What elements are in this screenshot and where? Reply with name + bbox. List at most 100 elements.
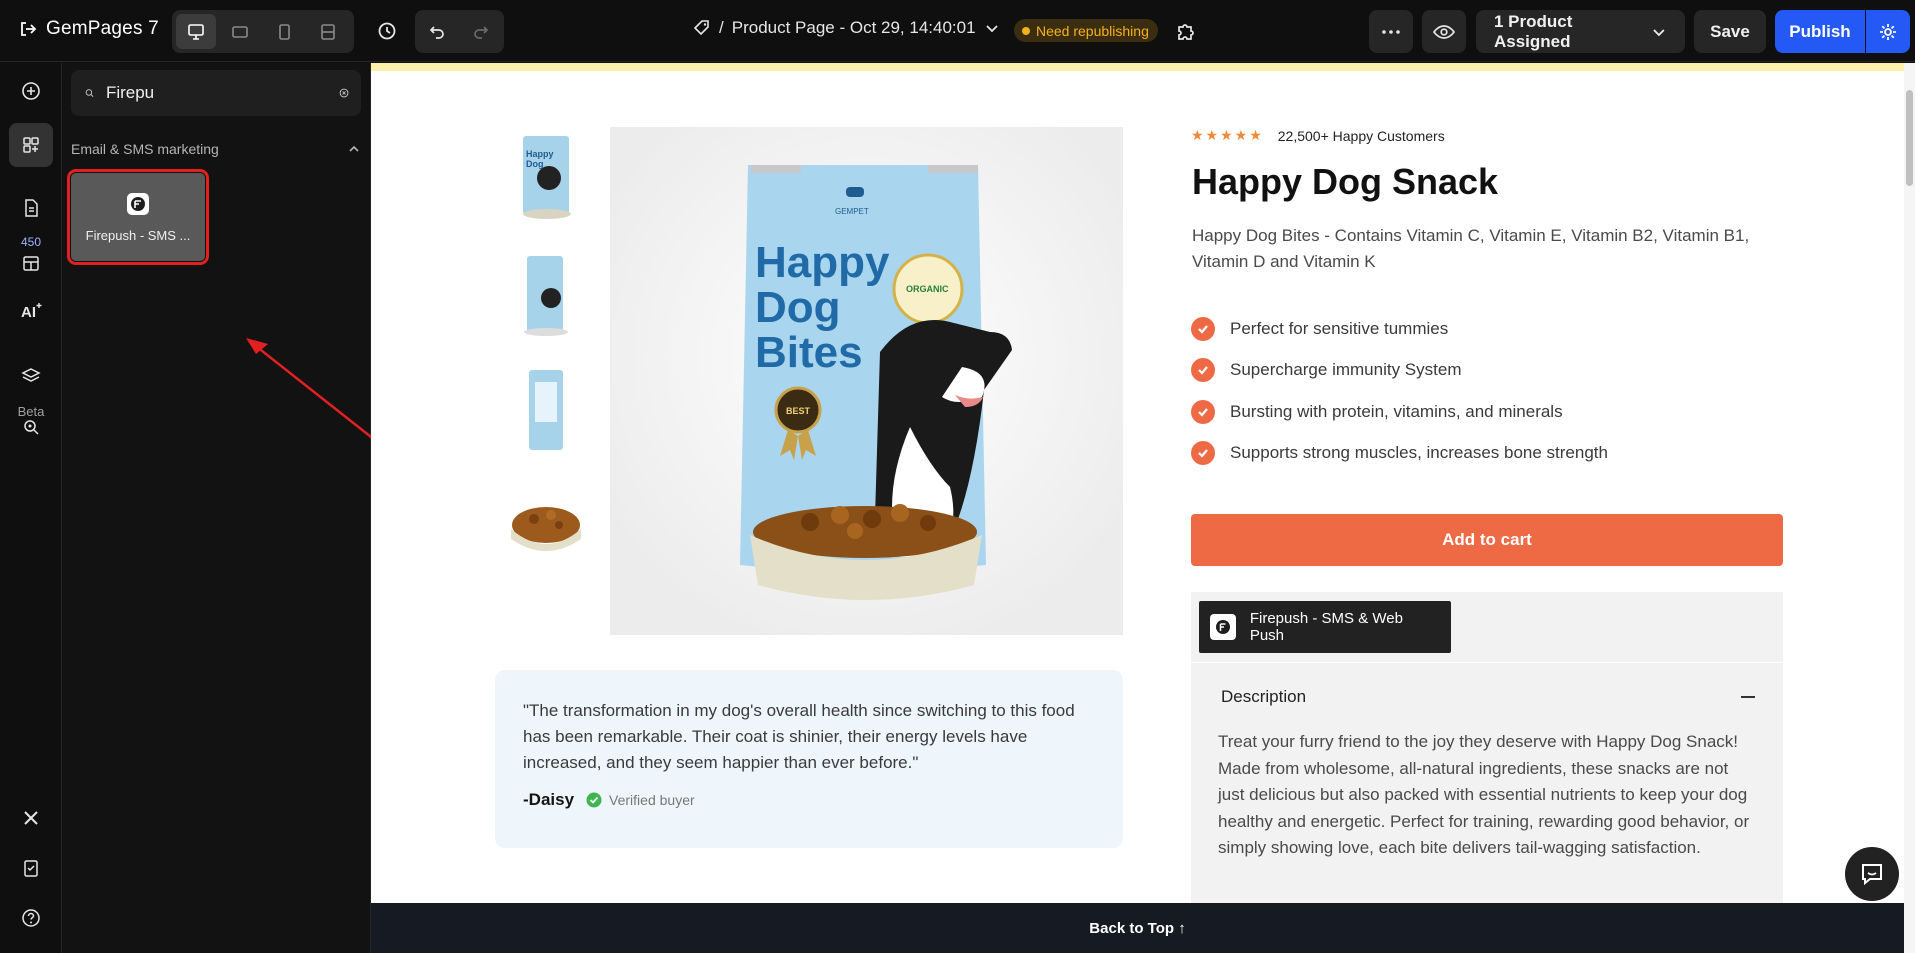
benefit-text: Supercharge immunity System	[1230, 360, 1462, 380]
firepush-element-card[interactable]: Firepush - SMS ...	[67, 169, 209, 265]
star-rating: ★★★★★	[1191, 127, 1264, 143]
chat-support-button[interactable]	[1845, 847, 1899, 901]
description-text: Treat your furry friend to the joy they …	[1218, 732, 1750, 857]
exit-editor-button[interactable]: GemPages 7	[18, 18, 159, 40]
benefit-list: Perfect for sensitive tummies Supercharg…	[1191, 308, 1608, 474]
status-badge-text: Need republishing	[1036, 22, 1149, 39]
canvas-scrollbar[interactable]	[1904, 63, 1915, 953]
tag-icon	[693, 20, 709, 36]
organic-seal-text: ORGANIC	[906, 284, 949, 294]
rating-row: ★★★★★ 22,500+ Happy Customers	[1191, 127, 1445, 144]
chevron-up-icon	[349, 145, 359, 152]
history-button[interactable]	[368, 12, 406, 50]
verified-buyer-text: Verified buyer	[609, 792, 695, 808]
exit-icon	[21, 22, 37, 36]
check-icon	[1191, 358, 1215, 383]
clear-search-icon[interactable]	[339, 84, 349, 102]
pages-button[interactable]	[9, 186, 53, 230]
check-circle-icon	[586, 792, 602, 808]
help-circle-icon	[22, 909, 40, 927]
testimonial-card: "The transformation in my dog's overall …	[495, 670, 1123, 848]
integrations-button[interactable]	[1172, 17, 1200, 45]
product-bag-side-thumbnail-icon	[523, 256, 568, 336]
thumbnail-2[interactable]	[494, 243, 597, 343]
elements-panel: Email & SMS marketing Firepush - SMS ...	[63, 63, 381, 953]
chat-icon	[1862, 864, 1882, 886]
publish-settings-button[interactable]	[1866, 10, 1910, 53]
benefit-text: Supports strong muscles, increases bone …	[1230, 443, 1608, 463]
more-horizontal-icon	[1382, 29, 1400, 34]
library-button[interactable]	[9, 241, 53, 285]
firepush-element-label: Firepush - SMS ...	[85, 227, 191, 243]
beta-feature-button[interactable]	[9, 409, 53, 445]
apps-button[interactable]	[9, 123, 53, 167]
scrollbar-thumb[interactable]	[1906, 90, 1913, 186]
publish-button[interactable]: Publish	[1775, 10, 1865, 53]
firepush-logo-icon	[127, 192, 149, 215]
testimonial-quote: "The transformation in my dog's overall …	[523, 701, 1075, 772]
clipboard-icon	[24, 860, 38, 877]
responsive-view-button[interactable]	[308, 14, 348, 49]
save-button[interactable]: Save	[1694, 10, 1766, 53]
page-title-selector[interactable]: / Product Page - Oct 29, 14:40:01	[693, 18, 1000, 38]
benefit-item: Bursting with protein, vitamins, and min…	[1191, 391, 1608, 433]
description-title[interactable]: Description	[1221, 687, 1306, 707]
back-to-top-bar[interactable]: Back to Top ↑	[371, 903, 1904, 953]
search-icon	[85, 89, 94, 97]
element-search-input[interactable]	[105, 83, 327, 103]
thumbnail-1[interactable]: Happy Dog	[494, 127, 597, 227]
product-assign-button[interactable]: 1 Product Assigned	[1476, 10, 1685, 53]
thumbnail-4[interactable]	[494, 475, 597, 575]
responsive-icon	[321, 23, 335, 40]
undo-button[interactable]	[415, 10, 459, 53]
food-bowl-thumbnail-icon	[510, 507, 581, 551]
tablet-landscape-view-button[interactable]	[220, 14, 260, 49]
help-button[interactable]	[9, 896, 53, 940]
firepush-button-label: Firepush - SMS & Web Push	[1249, 610, 1403, 644]
collapse-minus-icon[interactable]	[1741, 696, 1755, 698]
testimonial-author: -Daisy	[523, 790, 575, 809]
desktop-view-button[interactable]	[176, 14, 216, 49]
element-search-box	[71, 70, 361, 116]
tablet-landscape-icon	[232, 25, 248, 38]
ai-button[interactable]: AI	[9, 289, 53, 333]
check-icon	[1191, 316, 1215, 341]
tasks-button[interactable]	[9, 846, 53, 890]
x-logo-icon	[24, 811, 38, 825]
page-prefix: /	[719, 18, 724, 37]
mobile-view-button[interactable]	[264, 14, 304, 49]
more-options-button[interactable]	[1369, 10, 1413, 53]
x-social-button[interactable]	[9, 796, 53, 840]
preview-button[interactable]	[1422, 10, 1466, 53]
page-title-text: Product Page - Oct 29, 14:40:01	[731, 18, 976, 37]
product-assign-label: 1 Product Assigned	[1494, 11, 1573, 51]
apps-grid-icon	[23, 137, 39, 153]
product-bag-icon: GEMPET Happy Dog Bites ORGANIC BEST	[610, 127, 1123, 635]
check-icon	[1191, 399, 1215, 424]
left-rail: 450 AI Beta	[0, 63, 62, 953]
clock-icon	[378, 22, 396, 40]
add-to-cart-button[interactable]: Add to cart	[1191, 514, 1783, 566]
library-icon	[23, 256, 39, 271]
layers-button[interactable]	[9, 354, 53, 398]
editor-canvas: Happy Dog GEMPET Happy Dog Bites ORGANIC …	[371, 63, 1904, 953]
main-product-image[interactable]: GEMPET Happy Dog Bites ORGANIC BEST	[610, 127, 1123, 635]
page-icon	[25, 199, 38, 217]
ai-sparkle-icon: AI	[21, 303, 42, 321]
thumbnail-3[interactable]	[494, 359, 597, 459]
add-element-button[interactable]	[9, 69, 53, 113]
redo-button[interactable]	[459, 10, 503, 53]
section-toggle-email-sms[interactable]: Email & SMS marketing	[71, 141, 361, 157]
eye-icon	[1433, 24, 1455, 39]
product-title: Happy Dog Snack	[1192, 161, 1499, 202]
svg-text:Dog: Dog	[526, 159, 544, 169]
firepush-block: Firepush - SMS & Web Push	[1191, 592, 1783, 662]
firepush-button[interactable]: Firepush - SMS & Web Push	[1199, 601, 1451, 653]
benefit-item: Perfect for sensitive tummies	[1191, 308, 1608, 350]
brand-label: GEMPET	[835, 207, 869, 216]
svg-text:Happy: Happy	[526, 149, 554, 159]
desktop-icon	[188, 23, 204, 40]
section-title: Email & SMS marketing	[71, 141, 219, 157]
product-subtitle: Happy Dog Bites - Contains Vitamin C, Vi…	[1192, 226, 1750, 271]
benefit-text: Bursting with protein, vitamins, and min…	[1230, 401, 1563, 421]
